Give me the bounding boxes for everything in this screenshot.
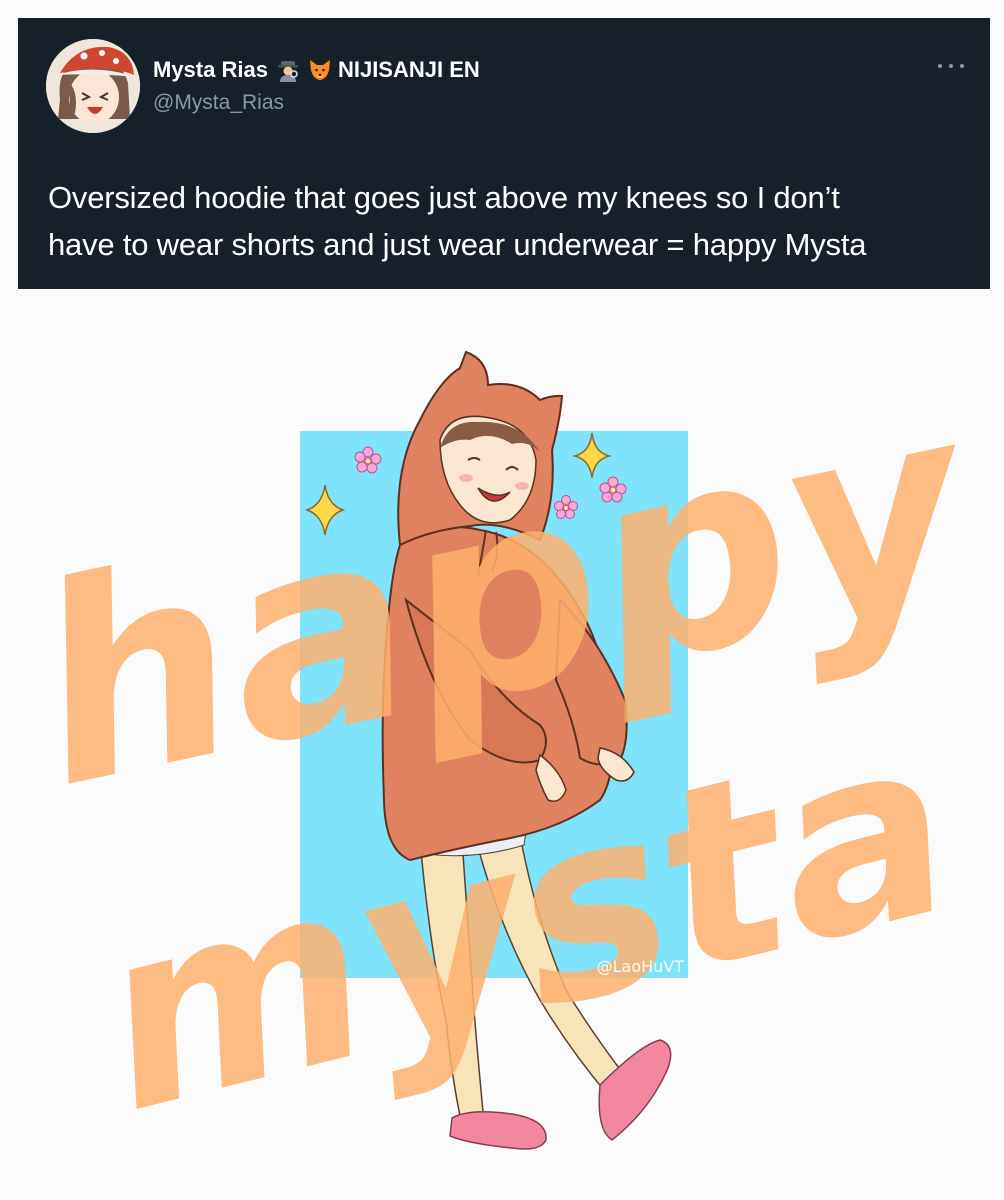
- overlay-text-happy: happy mysta: [8, 343, 999, 1168]
- display-name[interactable]: Mysta Rias: [153, 57, 268, 83]
- more-horizontal-icon[interactable]: [938, 60, 964, 72]
- tweet-text-line-1: Oversized hoodie that goes just above my…: [48, 180, 840, 215]
- attached-artwork-image[interactable]: happy mysta @LaoHuVT: [0, 300, 1004, 1200]
- user-handle[interactable]: @Mysta_Rias: [153, 91, 284, 115]
- tweet-text: Oversized hoodie that goes just above my…: [48, 174, 968, 268]
- name-row: Mysta Rias NIJISANJI EN: [153, 57, 480, 83]
- tweet-text-line-2: have to wear shorts and just wear underw…: [48, 227, 867, 262]
- affiliation-label: NIJISANJI EN: [337, 57, 480, 82]
- artist-signature: @LaoHuVT: [597, 957, 685, 976]
- tweet-card: Mysta Rias NIJISANJI EN @Mysta_Rias Over…: [18, 18, 990, 289]
- detective-emoji-icon: [276, 58, 300, 82]
- slipper-left: [449, 1111, 547, 1150]
- avatar[interactable]: [46, 39, 140, 133]
- fox-emoji-icon: [308, 58, 332, 82]
